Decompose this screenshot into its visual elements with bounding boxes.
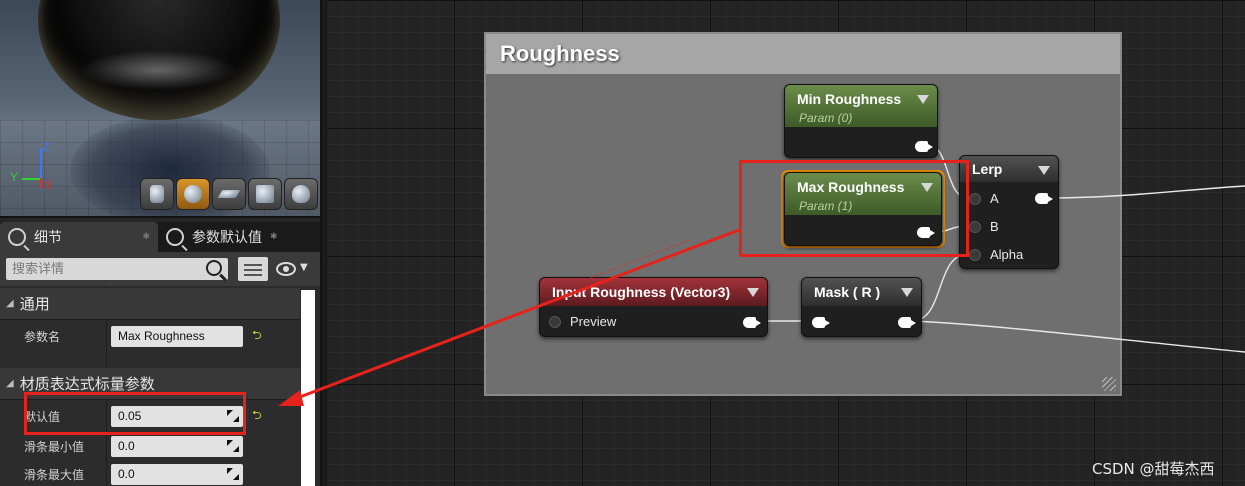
collapse-triangle-icon[interactable] bbox=[917, 95, 929, 104]
node-input-roughness-header[interactable]: Input Roughness (Vector3) bbox=[540, 278, 767, 306]
output-pin[interactable] bbox=[1035, 193, 1053, 204]
search-icon[interactable] bbox=[206, 260, 222, 276]
collapse-arrow-icon: ◢ bbox=[6, 298, 14, 309]
teapot-button[interactable] bbox=[284, 178, 318, 210]
input-pin-alpha[interactable] bbox=[969, 249, 981, 261]
parameter-defaults-icon bbox=[166, 228, 184, 246]
param-name-row: 参数名 Max Roughness ⮌ bbox=[0, 322, 300, 350]
node-mask-title: Mask ( R ) bbox=[814, 284, 881, 300]
resize-grip-icon[interactable] bbox=[1102, 377, 1116, 391]
output-pin[interactable] bbox=[898, 317, 916, 328]
property-matrix-icon[interactable] bbox=[238, 257, 268, 281]
cube-icon bbox=[256, 185, 274, 203]
collapse-arrow-icon: ◢ bbox=[6, 378, 14, 389]
chevron-down-icon[interactable]: ▼ bbox=[300, 262, 308, 273]
panel-tabs: 细节 ✱ 参数默认值 ✱ bbox=[0, 222, 320, 252]
spin-drag-icon[interactable] bbox=[227, 439, 239, 452]
preview-sphere bbox=[38, 0, 280, 120]
z-axis-label: Z bbox=[42, 140, 50, 154]
reset-to-default-icon[interactable]: ⮌ bbox=[252, 406, 262, 427]
input-pin-b[interactable] bbox=[969, 221, 981, 233]
node-min-roughness-title: Min Roughness bbox=[797, 91, 902, 107]
plane-icon bbox=[217, 189, 241, 199]
plane-button[interactable] bbox=[212, 178, 246, 210]
input-pin[interactable] bbox=[812, 317, 830, 328]
param-name-label: 参数名 bbox=[24, 329, 61, 344]
search-box bbox=[6, 258, 228, 280]
sphere-icon bbox=[184, 185, 202, 203]
preview-shape-toolbar bbox=[140, 178, 318, 210]
collapse-triangle-icon[interactable] bbox=[747, 288, 759, 297]
slider-min-label: 滑条最小值 bbox=[24, 439, 85, 454]
input-pin-preview[interactable] bbox=[549, 316, 561, 328]
sphere-button[interactable] bbox=[176, 178, 210, 210]
node-mask[interactable]: Mask ( R ) bbox=[801, 277, 922, 337]
node-lerp[interactable]: Lerp A B Alpha bbox=[959, 155, 1059, 269]
slider-max-row: 滑条最大值 0.0 bbox=[0, 460, 300, 486]
tab-pin-icon[interactable]: ✱ bbox=[142, 232, 150, 242]
watermark: CSDN @甜莓杰西 bbox=[1092, 460, 1215, 478]
tab-details[interactable]: 细节 ✱ bbox=[0, 222, 158, 252]
node-min-roughness[interactable]: Min Roughness Param (0) bbox=[784, 84, 938, 158]
node-input-roughness-title: Input Roughness (Vector3) bbox=[552, 284, 731, 300]
x-axis-label: X bbox=[44, 178, 53, 192]
search-input[interactable] bbox=[12, 260, 202, 278]
slider-min-row: 滑条最小值 0.0 bbox=[0, 432, 300, 460]
node-lerp-title: Lerp bbox=[972, 161, 1003, 177]
collapse-triangle-icon[interactable] bbox=[901, 288, 913, 297]
annotation-box-node bbox=[739, 160, 969, 257]
node-input-roughness[interactable]: Input Roughness (Vector3) Preview bbox=[539, 277, 768, 337]
node-min-roughness-header[interactable]: Min Roughness Param (0) bbox=[785, 85, 937, 127]
input-pin-a[interactable] bbox=[969, 193, 981, 205]
teapot-icon bbox=[292, 185, 310, 203]
node-min-roughness-subtitle: Param (0) bbox=[799, 111, 853, 125]
details-search-row: ▼ bbox=[0, 252, 320, 286]
cylinder-icon bbox=[150, 185, 164, 203]
slider-max-label: 滑条最大值 bbox=[24, 467, 85, 482]
pin-label-a: A bbox=[990, 191, 999, 206]
material-preview-viewport[interactable]: Z Y X bbox=[0, 0, 320, 218]
cube-button[interactable] bbox=[248, 178, 282, 210]
tab-details-label: 细节 bbox=[34, 230, 62, 246]
slider-max-field[interactable]: 0.0 bbox=[111, 463, 243, 485]
y-axis-label: Y bbox=[10, 170, 19, 184]
param-name-field[interactable]: Max Roughness bbox=[111, 325, 243, 347]
tab-pin-icon[interactable]: ✱ bbox=[270, 232, 278, 242]
slider-max-text: 0.0 bbox=[118, 467, 135, 481]
comment-header[interactable]: Roughness bbox=[486, 34, 1120, 74]
pin-label-alpha: Alpha bbox=[990, 247, 1024, 262]
node-lerp-header[interactable]: Lerp bbox=[960, 156, 1058, 182]
section-general[interactable]: ◢ 通用 bbox=[0, 288, 300, 320]
spin-drag-icon[interactable] bbox=[227, 467, 239, 480]
eye-icon[interactable] bbox=[276, 262, 296, 276]
annotation-box-default-value bbox=[24, 392, 246, 435]
collapse-triangle-icon[interactable] bbox=[1038, 166, 1050, 175]
details-scrollbar[interactable] bbox=[301, 290, 315, 486]
section-scalar-title: 材质表达式标量参数 bbox=[19, 375, 155, 393]
tab-parameter-defaults[interactable]: 参数默认值 ✱ bbox=[158, 222, 286, 252]
details-icon bbox=[8, 228, 26, 246]
pin-label-preview: Preview bbox=[570, 314, 617, 329]
section-general-title: 通用 bbox=[19, 295, 50, 313]
slider-min-text: 0.0 bbox=[118, 439, 135, 453]
tab-parameter-defaults-label: 参数默认值 bbox=[192, 230, 262, 246]
comment-title: Roughness bbox=[500, 41, 620, 66]
y-axis-line bbox=[22, 178, 42, 180]
output-pin[interactable] bbox=[743, 317, 761, 328]
details-property-list: ◢ 通用 参数名 Max Roughness ⮌ ◢ 材质表达式标量参数 默认值… bbox=[0, 286, 320, 486]
node-mask-header[interactable]: Mask ( R ) bbox=[802, 278, 921, 306]
cylinder-button[interactable] bbox=[140, 178, 174, 210]
reset-to-default-icon[interactable]: ⮌ bbox=[252, 326, 262, 347]
x-axis-line bbox=[40, 178, 42, 188]
pin-label-b: B bbox=[990, 219, 999, 234]
output-pin[interactable] bbox=[915, 141, 933, 152]
slider-min-field[interactable]: 0.0 bbox=[111, 435, 243, 457]
